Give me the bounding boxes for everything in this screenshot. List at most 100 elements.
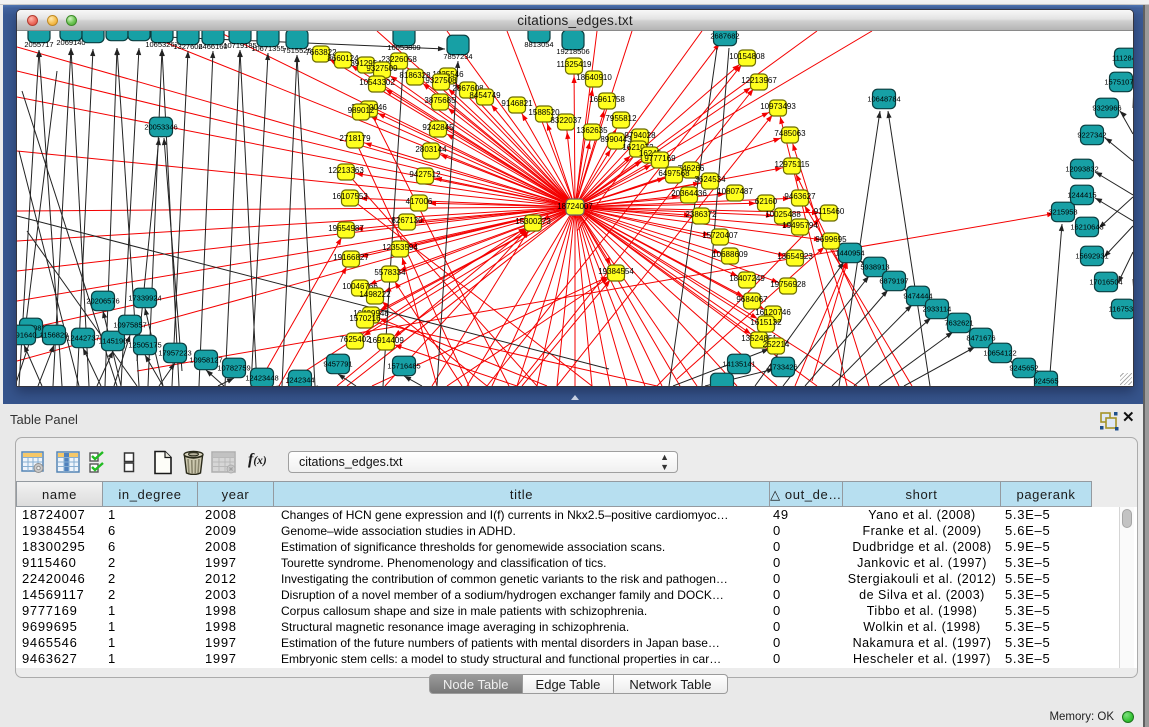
svg-text:15716485: 15716485 xyxy=(387,362,420,371)
svg-text:1615132: 1615132 xyxy=(750,318,782,327)
svg-text:9777169: 9777169 xyxy=(644,154,676,163)
svg-text:11325419: 11325419 xyxy=(557,60,593,69)
svg-text:19384554: 19384554 xyxy=(598,267,634,276)
svg-text:1242344: 1242344 xyxy=(285,376,314,385)
svg-text:9463627: 9463627 xyxy=(784,192,816,201)
svg-text:10671355: 10671355 xyxy=(251,44,284,53)
svg-text:1167533: 1167533 xyxy=(1109,305,1133,314)
svg-text:2803144: 2803144 xyxy=(415,145,447,154)
svg-text:7955812: 7955812 xyxy=(605,114,637,123)
svg-text:9699695: 9699695 xyxy=(815,235,847,244)
svg-text:12423448: 12423448 xyxy=(245,374,278,383)
svg-text:12213363: 12213363 xyxy=(328,166,364,175)
svg-text:15300273: 15300273 xyxy=(515,217,551,226)
svg-text:15751074: 15751074 xyxy=(1104,78,1133,87)
svg-text:1112843: 1112843 xyxy=(1112,54,1133,63)
svg-text:19495794: 19495794 xyxy=(782,221,818,230)
svg-text:3624534: 3624534 xyxy=(694,175,726,184)
svg-text:1244415: 1244415 xyxy=(1067,191,1096,200)
svg-text:1570216: 1570216 xyxy=(349,314,381,323)
svg-text:3215958: 3215958 xyxy=(1048,208,1077,217)
svg-text:10654122: 10654122 xyxy=(983,349,1016,358)
svg-text:2933114: 2933114 xyxy=(923,305,952,314)
svg-text:1145190: 1145190 xyxy=(99,337,128,346)
svg-text:989012: 989012 xyxy=(348,106,375,115)
svg-text:16961758: 16961758 xyxy=(589,95,625,104)
svg-text:8322037: 8322037 xyxy=(550,116,582,125)
svg-text:1733426: 1733426 xyxy=(768,363,797,372)
svg-text:7625402: 7625402 xyxy=(339,335,371,344)
svg-text:5938913: 5938913 xyxy=(860,263,889,272)
svg-text:62160: 62160 xyxy=(755,197,778,206)
svg-text:17957223: 17957223 xyxy=(158,349,191,358)
svg-text:3875685: 3875685 xyxy=(424,96,456,105)
svg-text:12093832: 12093832 xyxy=(1065,165,1098,174)
svg-text:9427512: 9427512 xyxy=(409,170,441,179)
svg-text:8813054: 8813054 xyxy=(524,40,553,49)
svg-text:20364436: 20364436 xyxy=(671,189,707,198)
svg-text:17339924: 17339924 xyxy=(128,294,161,303)
svg-text:7632621: 7632621 xyxy=(944,319,973,328)
svg-text:9329966: 9329966 xyxy=(1092,104,1121,113)
svg-text:2386372: 2386372 xyxy=(685,210,717,219)
svg-text:1156829: 1156829 xyxy=(40,331,69,340)
svg-text:12505175: 12505175 xyxy=(128,341,161,350)
svg-text:12975115: 12975115 xyxy=(775,160,811,169)
svg-text:10973493: 10973493 xyxy=(760,102,796,111)
svg-text:13654923: 13654923 xyxy=(777,252,813,261)
svg-text:16053809: 16053809 xyxy=(387,43,420,52)
svg-text:9115460: 9115460 xyxy=(814,207,845,216)
svg-text:1498222: 1498222 xyxy=(359,290,391,299)
svg-text:9227342: 9227342 xyxy=(1077,131,1106,140)
svg-text:10807487: 10807487 xyxy=(717,187,753,196)
svg-text:20206576: 20206576 xyxy=(86,297,119,306)
svg-text:19218506: 19218506 xyxy=(556,47,589,56)
svg-text:9146821: 9146821 xyxy=(501,99,533,108)
svg-text:15720407: 15720407 xyxy=(702,231,738,240)
svg-text:9794028: 9794028 xyxy=(624,131,656,140)
svg-text:417006: 417006 xyxy=(406,197,433,206)
svg-text:7485063: 7485063 xyxy=(774,129,806,138)
svg-text:10154808: 10154808 xyxy=(729,52,765,61)
svg-text:924565: 924565 xyxy=(1033,377,1058,386)
svg-text:252214: 252214 xyxy=(763,340,790,349)
svg-text:15692931: 15692931 xyxy=(1075,252,1108,261)
svg-text:19166827: 19166827 xyxy=(333,253,369,262)
svg-text:9457791: 9457791 xyxy=(323,360,352,369)
svg-text:19654987: 19654987 xyxy=(328,224,364,233)
svg-text:2069140: 2069140 xyxy=(56,38,85,47)
svg-text:10025488: 10025488 xyxy=(765,210,801,219)
svg-text:19756928: 19756928 xyxy=(770,280,806,289)
svg-text:6879197: 6879197 xyxy=(879,277,908,286)
svg-text:1362635: 1362635 xyxy=(576,126,608,135)
svg-text:6497568: 6497568 xyxy=(658,169,690,178)
svg-text:18724007: 18724007 xyxy=(557,202,593,211)
svg-text:8454749: 8454749 xyxy=(469,91,501,100)
svg-text:391640: 391640 xyxy=(17,331,37,340)
svg-text:18640910: 18640910 xyxy=(576,73,612,82)
svg-text:17016504: 17016504 xyxy=(1089,278,1122,287)
svg-text:16107553: 16107553 xyxy=(332,192,368,201)
svg-text:9327509: 9327509 xyxy=(366,64,398,73)
svg-text:12213967: 12213967 xyxy=(741,76,777,85)
svg-text:10648784: 10648784 xyxy=(867,95,900,104)
svg-text:1440954: 1440954 xyxy=(835,249,864,258)
svg-text:8471676: 8471676 xyxy=(966,334,995,343)
svg-text:9245652: 9245652 xyxy=(1009,364,1038,373)
svg-text:18407249: 18407249 xyxy=(729,274,765,283)
svg-text:2687682: 2687682 xyxy=(710,32,739,41)
svg-text:10975857: 10975857 xyxy=(113,321,146,330)
svg-text:9684067: 9684067 xyxy=(736,295,768,304)
svg-text:5578334: 5578334 xyxy=(374,268,406,277)
svg-text:10782759: 10782759 xyxy=(217,364,250,373)
svg-text:10688609: 10688609 xyxy=(712,250,748,259)
svg-text:20053346: 20053346 xyxy=(144,123,177,132)
svg-text:12442737: 12442737 xyxy=(66,334,99,343)
svg-text:12353594: 12353594 xyxy=(382,243,418,252)
svg-text:2718179: 2718179 xyxy=(339,134,371,143)
svg-text:16210643: 16210643 xyxy=(1070,223,1103,232)
svg-text:16914409: 16914409 xyxy=(368,336,404,345)
svg-text:7857234: 7857234 xyxy=(443,52,472,61)
svg-text:14135141: 14135141 xyxy=(722,360,755,369)
svg-text:10543302: 10543302 xyxy=(359,78,395,87)
